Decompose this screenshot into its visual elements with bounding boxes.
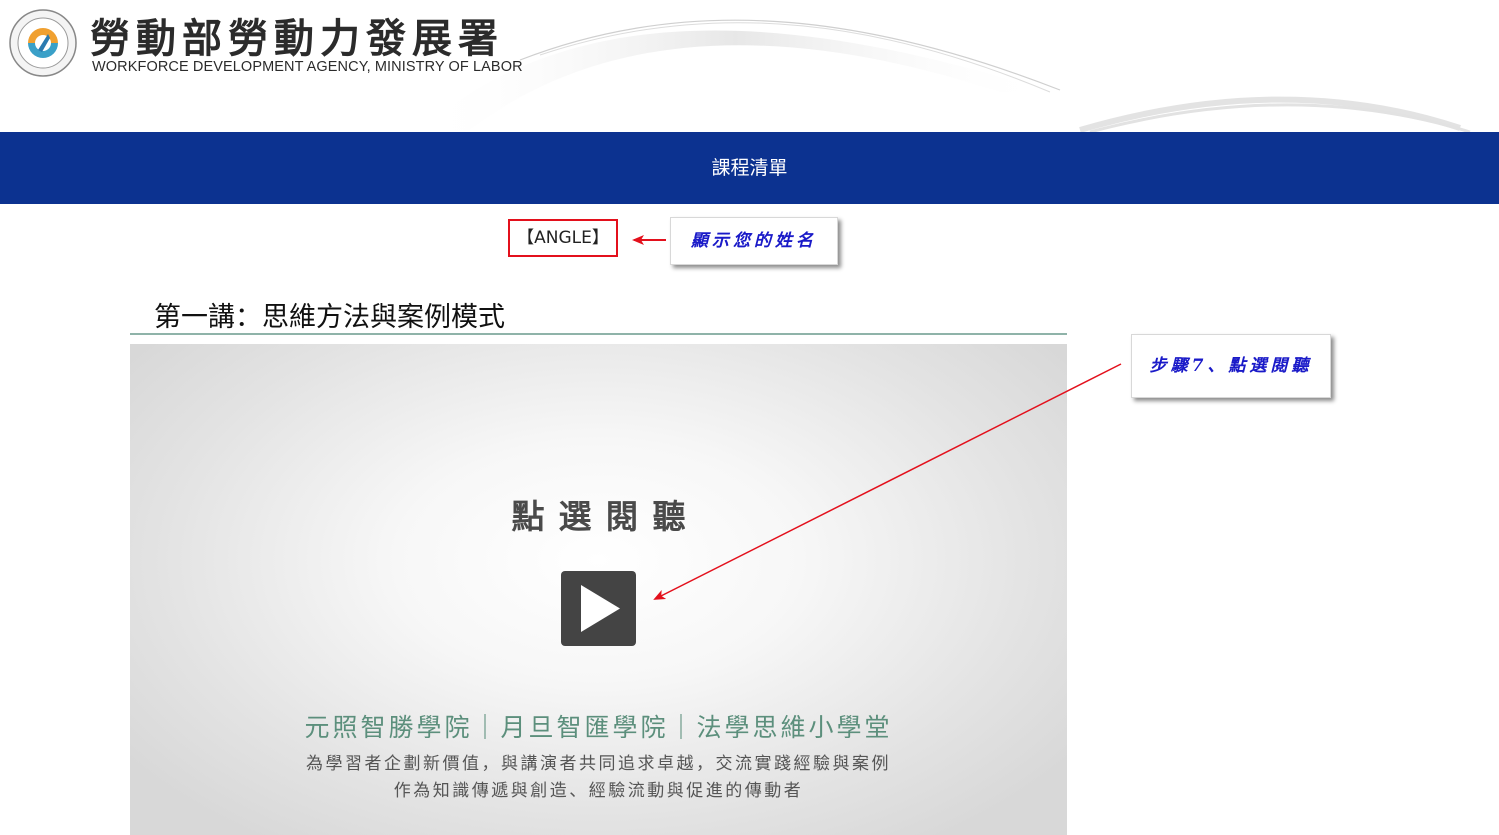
user-name-display: 【ANGLE】 <box>508 219 618 257</box>
site-header: 勞動部勞動力發展署 WORKFORCE DEVELOPMENT AGENCY, … <box>0 0 1499 132</box>
video-title: 點選閱聽 <box>511 497 700 536</box>
video-subtitle: 元照智勝學院｜月旦智匯學院｜法學思維小學堂 <box>304 713 893 742</box>
agency-name-en: WORKFORCE DEVELOPMENT AGENCY, MINISTRY O… <box>92 59 523 75</box>
play-icon <box>581 585 620 632</box>
video-player[interactable]: 點選閱聽 元照智勝學院｜月旦智匯學院｜法學思維小學堂 為學習者企劃新價值，與講演… <box>130 344 1067 835</box>
video-description-line2: 作為知識傳遞與創造、經驗流動與促進的傳動者 <box>393 781 804 801</box>
name-hint-callout: 顯示您的姓名 <box>670 217 838 265</box>
course-title-divider <box>130 333 1067 335</box>
agency-logo-icon <box>9 9 77 77</box>
nav-course-list-link[interactable]: 課程清單 <box>0 132 1499 204</box>
navbar: 課程清單 <box>0 132 1499 204</box>
step7-hint-callout: 步驟7、點選閱聽 <box>1131 334 1331 398</box>
video-description-line1: 為學習者企劃新價值，與講演者共同追求卓越，交流實踐經驗與案例 <box>306 754 891 774</box>
agency-name-cn: 勞動部勞動力發展署 <box>90 16 504 62</box>
course-title: 第一講：思維方法與案例模式 <box>154 302 505 333</box>
play-button[interactable] <box>561 571 636 646</box>
